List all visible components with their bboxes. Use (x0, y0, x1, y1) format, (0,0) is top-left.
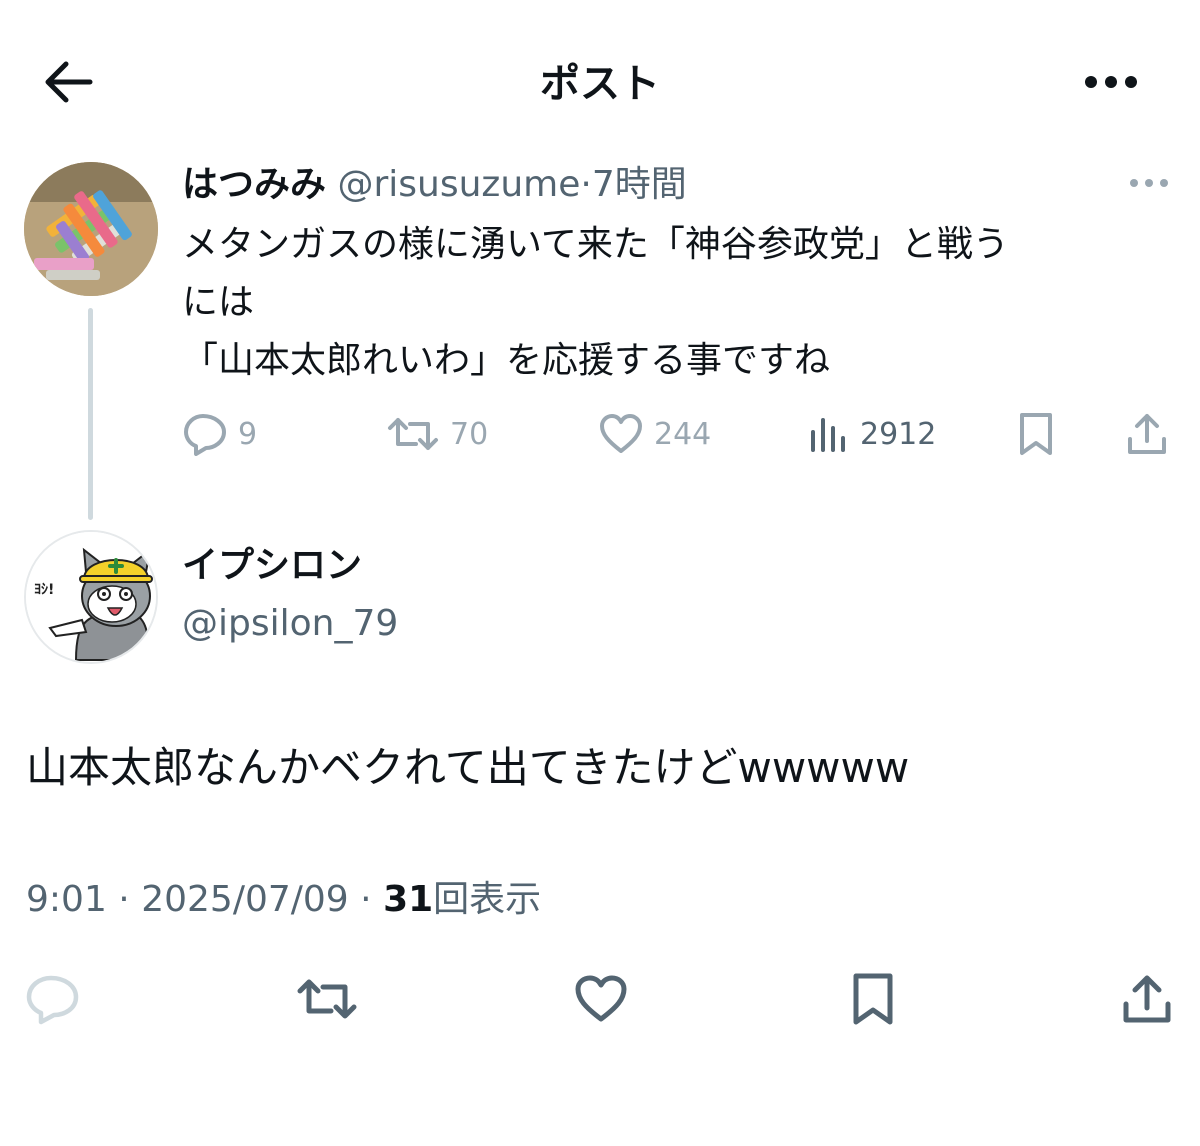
bookmark-icon (850, 971, 896, 1031)
reply-post-text: 山本太郎なんかベクれて出てきたけどwwwww (26, 743, 910, 792)
like-button[interactable] (566, 966, 636, 1036)
bookmark-button[interactable] (838, 966, 908, 1036)
separator-dot: · (360, 879, 372, 920)
parent-post-text: メタンガスの様に湧いて来た「神谷参政党」と戦う には 「山本太郎れいわ」を応援す… (182, 216, 1172, 390)
views-count: 2912 (860, 416, 937, 452)
like-count: 244 (654, 416, 712, 452)
view-label: 回表示 (433, 879, 542, 920)
chalk-avatar-image (24, 162, 158, 296)
share-icon (1124, 411, 1170, 457)
reply-display-name[interactable]: イプシロン (182, 540, 362, 592)
reply-icon (25, 973, 81, 1029)
repost-count: 70 (450, 416, 489, 452)
share-icon (1120, 972, 1174, 1030)
post-date[interactable]: 2025/07/09 (141, 879, 349, 920)
separator-dot: · (580, 164, 592, 205)
post-meta: 9:01 · 2025/07/09 · 31回表示 (26, 872, 541, 928)
views-bar-chart-icon (808, 414, 850, 454)
parent-more-button[interactable] (1124, 162, 1174, 202)
separator-dot: · (118, 879, 130, 920)
parent-share-button[interactable] (1124, 408, 1170, 460)
parent-views-button[interactable]: 2912 (808, 408, 936, 460)
parent-text-line: メタンガスの様に湧いて来た「神谷参政党」と戦う (182, 224, 1009, 265)
parent-text-line: 「山本太郎れいわ」を応援する事ですね (182, 340, 831, 381)
avatar[interactable]: ﾖｼ! (24, 530, 158, 664)
parent-like-button[interactable]: 244 (598, 408, 711, 460)
view-count: 31 (383, 879, 434, 920)
cat-helmet-avatar-image: ﾖｼ! (26, 532, 156, 662)
page-title: ポスト (540, 61, 660, 107)
parent-display-name[interactable]: はつみみ (182, 164, 326, 205)
heart-icon (573, 974, 629, 1028)
repost-icon (295, 975, 359, 1027)
parent-post-header: はつみみ @risusuzume·7時間 (182, 160, 687, 210)
reply-button[interactable] (18, 966, 88, 1036)
repost-icon (386, 414, 440, 454)
svg-text:ﾖｼ!: ﾖｼ! (34, 582, 54, 598)
bookmark-icon (1016, 411, 1056, 457)
parent-timestamp[interactable]: 7時間 (592, 164, 687, 205)
repost-button[interactable] (292, 966, 362, 1036)
share-button[interactable] (1112, 966, 1182, 1036)
parent-bookmark-button[interactable] (1016, 408, 1056, 460)
thread-connector-line (88, 308, 93, 520)
parent-repost-button[interactable]: 70 (386, 408, 488, 460)
avatar[interactable] (24, 162, 158, 296)
more-dots-icon (1084, 74, 1138, 93)
post-time[interactable]: 9:01 (26, 879, 107, 920)
parent-text-line: には (182, 282, 255, 323)
parent-handle[interactable]: @risusuzume (337, 164, 580, 205)
reply-count: 9 (238, 416, 258, 452)
more-options-button[interactable] (1076, 58, 1146, 108)
reply-handle[interactable]: @ipsilon_79 (182, 598, 398, 650)
more-dots-icon (1129, 173, 1169, 192)
reply-icon (182, 412, 228, 456)
heart-icon (598, 413, 644, 455)
parent-reply-button[interactable]: 9 (182, 408, 257, 460)
